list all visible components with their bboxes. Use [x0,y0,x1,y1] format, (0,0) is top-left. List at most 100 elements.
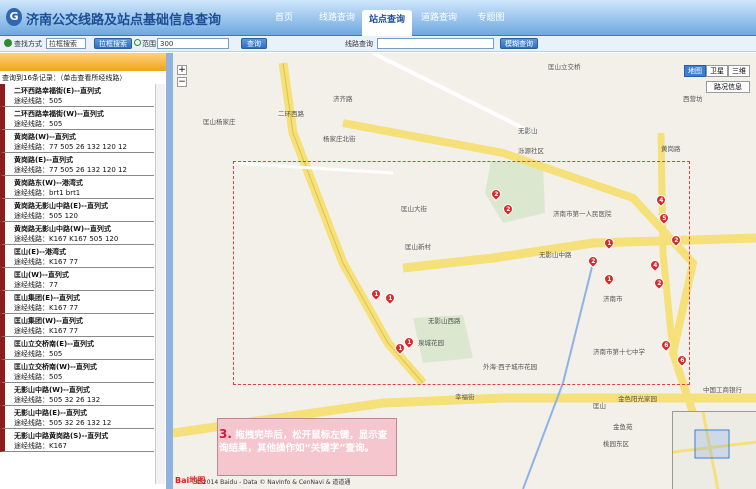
search-toolbar: 查找方式 拉框搜索 拉框搜索 范围 300 查询 线路查询 模糊查询 [0,36,756,52]
map-label: 泺源社区 [518,147,544,155]
stop-name: 匡山(E)--港湾式 [14,248,66,256]
map-label: 匡山 [593,402,606,410]
range-label: 范围 [142,40,156,48]
stop-name: 无影山中路黄岗路(S)--直列式 [14,432,109,440]
line-query-label: 线路查询 [345,40,373,48]
fuzzy-query-button[interactable]: 模糊查询 [500,38,538,49]
traffic-toggle[interactable]: 路况信息 [706,81,750,93]
nav-thematic-map[interactable]: 专题图 [468,8,514,36]
stop-routes: 途经线路：77 [14,281,58,289]
stop-routes: 途经线路：K167 [14,442,67,450]
stop-routes: 途经线路：77 505 26 132 120 12 [14,143,127,151]
instruction-text: 3. 拖拽完毕后，松开鼠标左键，显示查询结果，其他操作如“关键字”查询。 [219,428,394,455]
stop-name: 无影山中路(W)--直列式 [14,386,90,394]
list-item[interactable]: 匡山立交桥南(W)--直列式 途经线路：505 [0,360,154,383]
stop-routes: 途经线路：K167 K167 505 120 [14,235,119,243]
nav-stop-query[interactable]: 站点查询 [362,10,412,36]
instruction-step: 3. [219,427,232,441]
mode-label: 查找方式 [14,40,42,48]
stop-name: 无影山中路(E)--直列式 [14,409,87,417]
map-label: 金色阳光家园 [618,395,657,403]
mode-icon [4,39,12,47]
list-item[interactable]: 无影山中路(E)--直列式途经线路：505 32 26 132 12 [0,406,154,429]
zoom-out-button[interactable]: − [177,77,187,87]
stop-routes: 途经线路：505 [14,120,63,128]
list-item[interactable]: 二环西路幸福街(E)--直列式 途经线路：505 [0,84,154,107]
range-radio[interactable] [134,39,141,46]
stop-name: 黄岗路无影山中路(W)--直列式 [14,225,111,233]
stop-routes: 途经线路：77 505 26 132 120 12 [14,166,127,174]
result-list: 二环西路幸福街(E)--直列式 途经线路：505 二环西路幸福街(W)--直列式途… [0,84,154,452]
selection-box [233,161,690,385]
stop-name: 匡山集团(E)--直列式 [14,294,80,302]
list-item[interactable]: 二环西路幸福街(W)--直列式 途经线路：505 [0,107,154,130]
app-logo-icon: G [6,8,22,26]
stop-routes: 途经线路：505 [14,97,63,105]
map-type-3d[interactable]: 三维 [728,65,750,77]
list-item[interactable]: 匡山(W)--直列式 途经线路：77 [0,268,154,291]
map-type-map[interactable]: 地图 [684,65,706,77]
map-label: 匡山杨家庄 [203,118,236,126]
box-search-button[interactable]: 拉框搜索 [94,38,132,49]
stop-name: 匡山集团(W)--直列式 [14,317,83,325]
stop-routes: 途经线路：505 32 26 132 12 [14,419,112,427]
stop-name: 黄岗路无影山中路(E)--直列式 [14,202,108,210]
panel-splitter[interactable] [166,53,173,489]
list-item[interactable]: 匡山(E)--港湾式途经线路：K167 77 [0,245,154,268]
map-label: 无影山 [518,127,538,135]
list-item[interactable]: 匡山集团(E)--直列式 途经线路：K167 77 [0,291,154,314]
stop-routes: 途经线路：K167 77 [14,304,79,312]
stop-routes: 途经线路：505 32 26 132 [14,396,101,404]
stop-routes: 途经线路：505 [14,350,63,358]
map-label: 济齐路 [333,95,353,103]
list-item[interactable]: 匡山集团(W)--直列式 途经线路：K167 77 [0,314,154,337]
result-panel: 查询到16条记录：（单击查看所经线路） 二环西路幸福街(E)--直列式 途经线路：… [0,53,166,489]
stop-routes: 途经线路：brt1 brt1 [14,189,81,197]
stop-name: 黄岗路东(W)--港湾式 [14,179,83,187]
map-label: 杨家庄北街 [323,135,356,143]
list-item[interactable]: 无影山中路黄岗路(S)--直列式 途经线路：K167 [0,429,154,452]
nav-line-query[interactable]: 线路查询 [312,8,362,36]
list-item[interactable]: 黄岗路无影山中路(E)--直列式 途经线路：505 120 [0,199,154,222]
app-title: 济南公交线路及站点基础信息查询 [26,13,222,28]
panel-header [0,53,166,71]
list-scrollbar[interactable] [155,84,165,484]
mode-select[interactable]: 拉框搜索 [46,38,86,49]
stop-routes: 途经线路：505 [14,373,63,381]
map-type-satellite[interactable]: 卫星 [706,65,728,77]
query-button[interactable]: 查询 [241,38,267,49]
list-item[interactable]: 无影山中路(W)--直列式途经线路：505 32 26 132 [0,383,154,406]
map-label: 匡山立交桥 [548,63,581,71]
map-label: 西营坊 [683,95,703,103]
stop-routes: 途经线路：K167 77 [14,258,79,266]
stop-name: 匡山(W)--直列式 [14,271,69,279]
map-label: 幸福街 [455,393,475,401]
stop-name: 黄岗路(W)--直列式 [14,133,76,141]
stop-routes: 途经线路：505 120 [14,212,78,220]
stop-name: 黄岗路(E)--直列式 [14,156,73,164]
line-query-input[interactable] [377,38,494,49]
map-copyright: © 2014 Baidu - Data © NavInfo & CenNavi … [195,479,351,486]
map-label: 二环西路 [278,110,304,118]
list-item[interactable]: 黄岗路东(W)--港湾式 途经线路：brt1 brt1 [0,176,154,199]
list-item[interactable]: 黄岗路(W)--直列式途经线路：77 505 26 132 120 12 [0,130,154,153]
stop-name: 匡山立交桥南(E)--直列式 [14,340,94,348]
overview-map[interactable] [672,411,756,489]
nav-home[interactable]: 首页 [262,8,306,36]
map-label: 桃园东区 [603,440,629,448]
map-label: 中国工商银行 [703,386,742,394]
result-count: 查询到16条记录：（单击查看所经线路） [2,74,127,82]
stop-name: 二环西路幸福街(W)--直列式 [14,110,104,118]
zoom-in-button[interactable]: + [177,65,187,75]
list-item[interactable]: 匡山立交桥南(E)--直列式 途经线路：505 [0,337,154,360]
map-label: 金鱼苑 [613,423,633,431]
list-item[interactable]: 黄岗路(E)--直列式途经线路：77 505 26 132 120 12 [0,153,154,176]
nav-road-query[interactable]: 道路查询 [414,8,464,36]
list-item[interactable]: 黄岗路无影山中路(W)--直列式 途经线路：K167 K167 505 120 [0,222,154,245]
stop-routes: 途经线路：K167 77 [14,327,79,335]
app-header: G 济南公交线路及站点基础信息查询 首页 线路查询 站点查询 道路查询 专题图 [0,0,756,36]
range-input[interactable]: 300 [157,38,229,49]
stop-name: 匡山立交桥南(W)--直列式 [14,363,97,371]
map-view[interactable]: 匡山杨家庄 匡山大街 匡山新村 泉城花园 黄岗路 无影山中路 匡山 幸福街 外海… [173,53,756,489]
stop-name: 二环西路幸福街(E)--直列式 [14,87,101,95]
